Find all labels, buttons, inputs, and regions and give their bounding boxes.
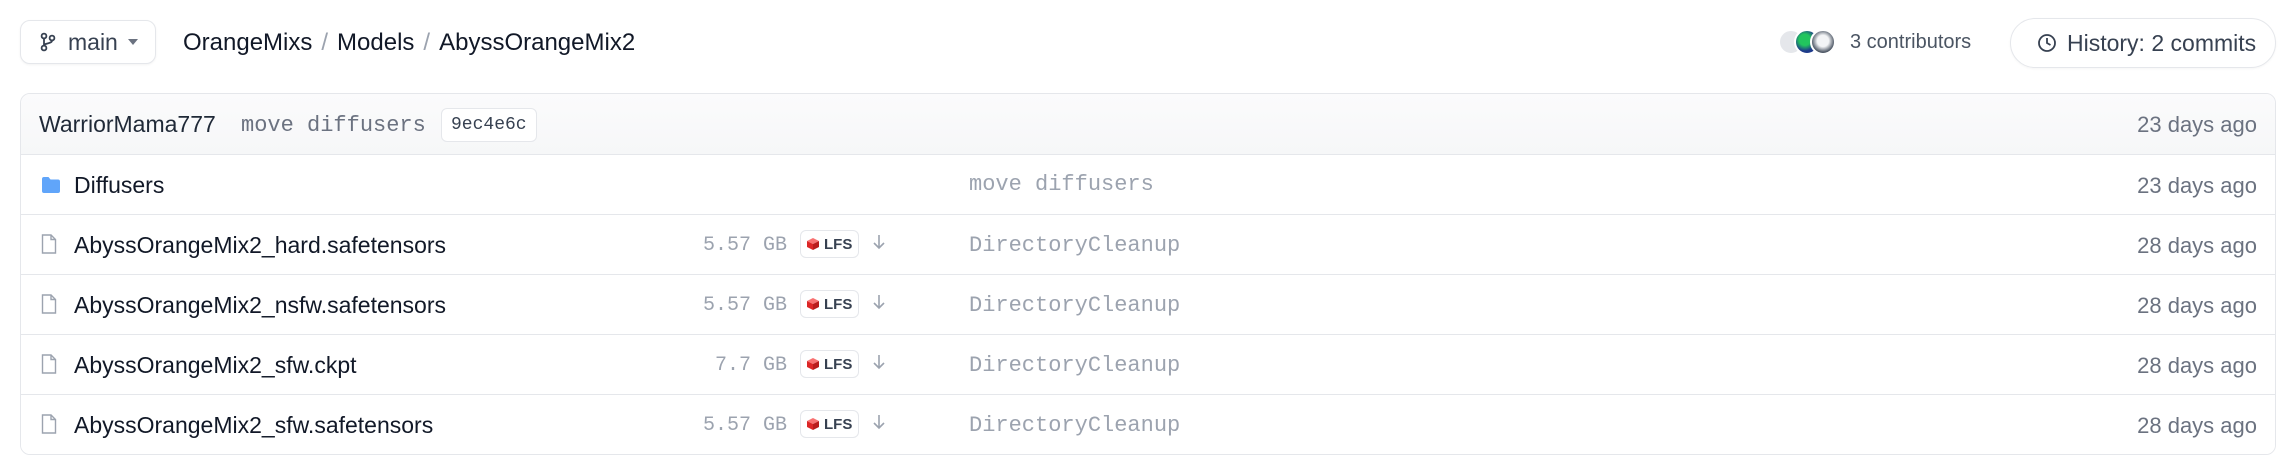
breadcrumb-separator: / [321, 29, 329, 56]
file-commit-message[interactable]: DirectoryCleanup [969, 353, 1180, 378]
breadcrumb-separator: / [423, 29, 431, 56]
history-label: History: 2 commits [2067, 29, 2257, 56]
last-commit-row: WarriorMama777 move diffusers 9ec4e6c 23… [21, 94, 2275, 155]
lfs-cube-icon [807, 358, 819, 370]
download-arrow-icon[interactable] [873, 414, 885, 430]
file-time: 28 days ago [2137, 293, 2257, 318]
table-row[interactable]: AbyssOrangeMix2_sfw.ckpt 7.7 GB LFS Dire… [21, 335, 2275, 395]
file-time: 28 days ago [2137, 353, 2257, 378]
table-row[interactable]: AbyssOrangeMix2_sfw.safetensors 5.57 GB … [21, 395, 2275, 454]
breadcrumb-current[interactable]: AbyssOrangeMix2 [439, 29, 635, 57]
lfs-label: LFS [824, 415, 853, 433]
branch-selector-button[interactable]: main [20, 20, 156, 64]
file-commit-message[interactable]: DirectoryCleanup [969, 293, 1180, 318]
file-size: 7.7 GB [714, 354, 787, 377]
download-arrow-icon[interactable] [873, 234, 885, 250]
breadcrumb-repo-link[interactable]: OrangeMixs [183, 29, 312, 57]
file-time: 23 days ago [2137, 173, 2257, 198]
file-name[interactable]: AbyssOrangeMix2_sfw.safetensors [74, 412, 433, 439]
folder-icon [42, 177, 60, 193]
history-button[interactable]: History: 2 commits [2010, 18, 2276, 68]
commit-time: 23 days ago [2137, 112, 2257, 137]
commit-author[interactable]: WarriorMama777 [39, 111, 216, 138]
lfs-label: LFS [824, 295, 853, 313]
table-row[interactable]: Diffusers move diffusers 23 days ago [21, 155, 2275, 215]
file-commit-message[interactable]: DirectoryCleanup [969, 413, 1180, 438]
file-icon [41, 294, 57, 314]
breadcrumb-folder-link[interactable]: Models [337, 29, 414, 57]
file-icon [41, 234, 57, 254]
file-name[interactable]: AbyssOrangeMix2_nsfw.safetensors [74, 292, 446, 319]
repo-header: main OrangeMixs / Models / AbyssOrangeMi… [0, 0, 2291, 88]
lfs-badge[interactable]: LFS [800, 350, 860, 378]
contributor-avatars [1778, 27, 1842, 57]
clock-icon [2038, 34, 2056, 52]
lfs-badge[interactable]: LFS [800, 230, 860, 258]
file-time: 28 days ago [2137, 233, 2257, 258]
file-icon [41, 414, 57, 434]
file-size: 5.57 GB [702, 414, 787, 437]
file-name[interactable]: AbyssOrangeMix2_hard.safetensors [74, 232, 446, 259]
avatar [1810, 29, 1836, 55]
file-commit-message[interactable]: move diffusers [969, 172, 1154, 197]
lfs-cube-icon [807, 418, 819, 430]
file-icon [41, 354, 57, 374]
branch-label: main [68, 28, 118, 55]
lfs-label: LFS [824, 355, 853, 373]
file-commit-message[interactable]: DirectoryCleanup [969, 233, 1180, 258]
contributors-link[interactable]: 3 contributors [1778, 27, 1971, 57]
lfs-badge[interactable]: LFS [800, 410, 860, 438]
download-arrow-icon[interactable] [873, 354, 885, 370]
commit-message[interactable]: move diffusers [241, 113, 426, 138]
lfs-badge[interactable]: LFS [800, 290, 860, 318]
breadcrumb: OrangeMixs / Models / AbyssOrangeMix2 [183, 29, 635, 57]
file-size: 5.57 GB [702, 294, 787, 317]
file-time: 28 days ago [2137, 413, 2257, 438]
file-table: WarriorMama777 move diffusers 9ec4e6c 23… [20, 93, 2276, 455]
chevron-down-icon [127, 39, 138, 45]
file-size: 5.57 GB [702, 234, 787, 257]
file-name[interactable]: Diffusers [74, 172, 164, 199]
commit-sha[interactable]: 9ec4e6c [441, 108, 537, 142]
lfs-cube-icon [807, 238, 819, 250]
download-arrow-icon[interactable] [873, 294, 885, 310]
contributors-label: 3 contributors [1850, 30, 1972, 53]
git-branch-icon [40, 32, 56, 52]
lfs-label: LFS [824, 235, 853, 253]
table-row[interactable]: AbyssOrangeMix2_nsfw.safetensors 5.57 GB… [21, 275, 2275, 335]
file-name[interactable]: AbyssOrangeMix2_sfw.ckpt [74, 352, 357, 379]
table-row[interactable]: AbyssOrangeMix2_hard.safetensors 5.57 GB… [21, 215, 2275, 275]
lfs-cube-icon [807, 298, 819, 310]
